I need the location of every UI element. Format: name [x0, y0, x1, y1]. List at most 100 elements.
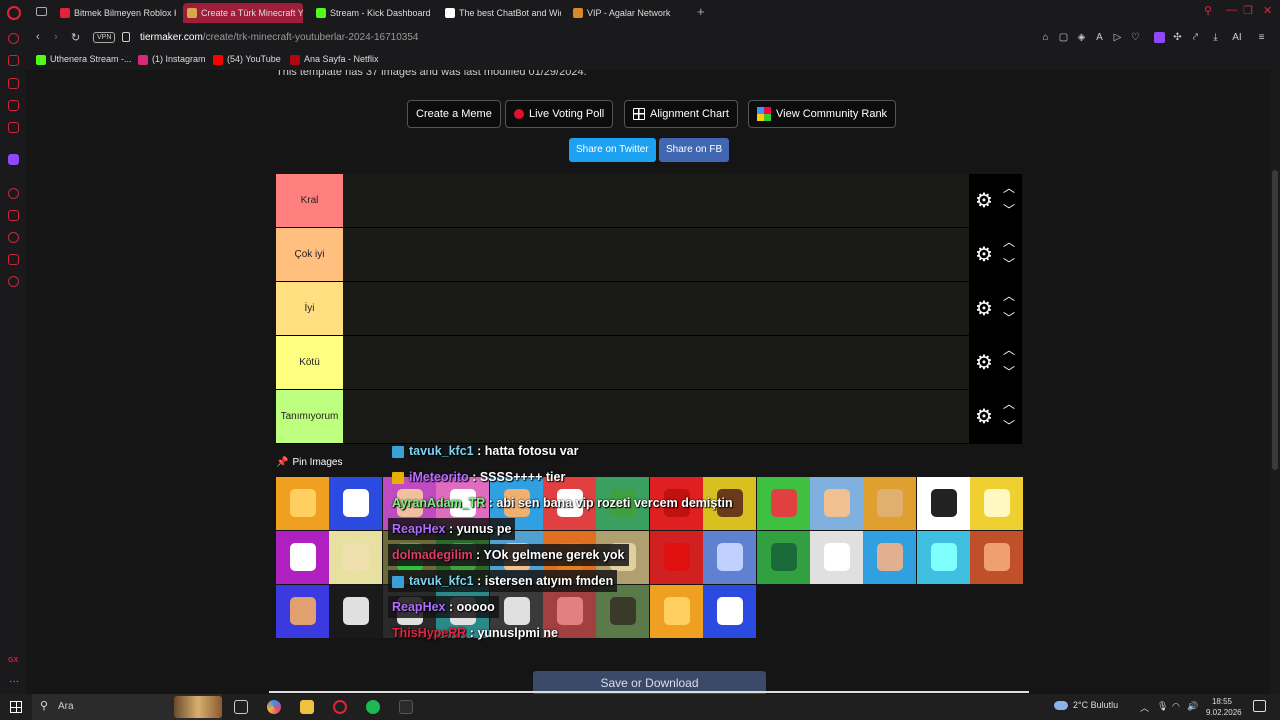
tier-image-thumbnail[interactable] [916, 477, 970, 530]
move-up-icon[interactable]: ︿ [1003, 290, 1015, 302]
tier-label[interactable]: Kötü [276, 336, 343, 389]
tray-chevron-icon[interactable]: ︿ [1140, 701, 1149, 714]
tier-image-thumbnail[interactable] [970, 477, 1024, 530]
tier-image-thumbnail[interactable] [863, 477, 917, 530]
copilot-icon[interactable] [267, 700, 281, 714]
wifi-icon[interactable]: ◠ [1172, 701, 1180, 712]
tier-dropzone[interactable] [343, 282, 969, 335]
extensions-sidebar-icon[interactable] [8, 210, 19, 221]
bookmark-netflix[interactable]: Ana Sayfa - Netflix [290, 54, 379, 65]
vpn-badge[interactable]: VPN [93, 32, 116, 43]
minimize-icon[interactable]: — [1226, 4, 1237, 16]
clock[interactable]: 18:55 9.02.2026 [1206, 696, 1242, 718]
tier-image-thumbnail[interactable] [970, 531, 1024, 584]
windows-start-icon[interactable] [10, 701, 22, 713]
snapshot-icon[interactable]: ▢ [1058, 32, 1069, 43]
search-tabs-icon[interactable]: ⚲ [1204, 4, 1212, 17]
menu-icon[interactable]: ≡ [1256, 32, 1267, 43]
share-icon[interactable]: ⤤ [1190, 32, 1201, 43]
gear-icon[interactable]: ⚙ [975, 353, 993, 373]
move-up-icon[interactable]: ︿ [1003, 398, 1015, 410]
tier-image-thumbnail[interactable] [810, 477, 863, 530]
tier-image-thumbnail[interactable] [276, 531, 329, 584]
twitch-icon[interactable] [8, 154, 19, 165]
app-icon[interactable] [399, 700, 413, 714]
scrollbar[interactable] [1270, 70, 1280, 694]
translate-icon[interactable]: A [1094, 32, 1105, 43]
tab-tiermaker[interactable]: Create a Türk Minecraft Y [183, 3, 303, 23]
tier-image-thumbnail[interactable] [756, 477, 810, 530]
shield-icon[interactable]: ◈ [1076, 32, 1087, 43]
player-sidebar-icon[interactable] [8, 188, 19, 199]
opera-gx-taskbar-icon[interactable] [333, 700, 347, 714]
live-voting-poll-button[interactable]: Live Voting Poll [505, 100, 614, 128]
close-icon[interactable]: ✕ [1263, 4, 1272, 17]
forward-icon[interactable]: › [54, 31, 58, 43]
player-icon[interactable]: ▷ [1112, 32, 1123, 43]
gear-icon[interactable]: ⚙ [975, 191, 993, 211]
pin-images-toggle[interactable]: 📌 Pin Images [276, 457, 342, 468]
tier-image-thumbnail[interactable] [756, 531, 810, 584]
history-icon[interactable] [8, 232, 19, 243]
tier-image-thumbnail[interactable] [703, 531, 757, 584]
tab-switcher-icon[interactable] [36, 7, 47, 16]
opera-gx-logo-icon[interactable] [7, 6, 21, 20]
spotify-icon[interactable] [366, 700, 380, 714]
tab-chatbot[interactable]: The best ChatBot and Wid [441, 3, 561, 23]
twitch-extension-icon[interactable] [1154, 32, 1165, 43]
bookmark-youtube[interactable]: (54) YouTube [213, 54, 281, 65]
tier-image-thumbnail[interactable] [649, 585, 703, 638]
scrollbar-thumb[interactable] [1272, 170, 1278, 470]
tier-dropzone[interactable] [343, 228, 969, 281]
share-fb-button[interactable]: Share on FB [659, 138, 730, 162]
back-icon[interactable]: ‹ [36, 31, 40, 43]
maximize-icon[interactable]: ❐ [1243, 4, 1253, 17]
cube-icon[interactable] [8, 254, 19, 265]
move-down-icon[interactable]: ﹀ [1003, 204, 1015, 216]
tier-image-thumbnail[interactable] [329, 585, 383, 638]
move-down-icon[interactable]: ﹀ [1003, 312, 1015, 324]
tier-image-thumbnail[interactable] [276, 585, 329, 638]
reload-icon[interactable]: ↻ [71, 31, 80, 44]
tier-label[interactable]: Çok iyi [276, 228, 343, 281]
task-view-icon[interactable] [234, 700, 248, 714]
url-field[interactable]: tiermaker.com/create/trk-minecraft-youtu… [140, 32, 418, 43]
gear-icon[interactable]: ⚙ [975, 245, 993, 265]
move-down-icon[interactable]: ﹀ [1003, 366, 1015, 378]
share-twitter-button[interactable]: Share on Twitter [569, 138, 656, 162]
tier-label[interactable]: Tanımıyorum [276, 390, 343, 443]
file-explorer-icon[interactable] [300, 700, 314, 714]
tab-vip[interactable]: VIP - Agalar Network [569, 3, 689, 23]
bookmark-heart-icon[interactable]: ♡ [1130, 32, 1141, 43]
tier-dropzone[interactable] [343, 390, 969, 443]
move-up-icon[interactable]: ︿ [1003, 344, 1015, 356]
gear-icon[interactable]: ⚙ [975, 299, 993, 319]
bookmark-instagram[interactable]: (1) Instagram [138, 54, 206, 65]
gx-corner-icon[interactable] [8, 78, 19, 89]
move-up-icon[interactable]: ︿ [1003, 236, 1015, 248]
move-down-icon[interactable]: ﹀ [1003, 420, 1015, 432]
tier-label[interactable]: İyi [276, 282, 343, 335]
tier-label[interactable]: Kral [276, 174, 343, 227]
tier-dropzone[interactable] [343, 174, 969, 227]
tier-image-thumbnail[interactable] [329, 477, 383, 530]
lock-icon[interactable] [122, 32, 130, 42]
tier-image-thumbnail[interactable] [703, 585, 757, 638]
alignment-chart-button[interactable]: Alignment Chart [624, 100, 738, 128]
tier-dropzone[interactable] [343, 336, 969, 389]
gear-icon[interactable]: ⚙ [975, 407, 993, 427]
more-icon[interactable]: ··· [9, 676, 19, 687]
notification-icon[interactable] [1253, 700, 1266, 712]
tier-image-thumbnail[interactable] [649, 531, 703, 584]
download-icon[interactable]: ⤓ [1210, 32, 1221, 43]
messenger-icon[interactable] [8, 100, 19, 111]
settings-icon[interactable] [8, 276, 19, 287]
community-rank-button[interactable]: View Community Rank [748, 100, 897, 128]
move-down-icon[interactable]: ﹀ [1003, 258, 1015, 270]
tier-image-thumbnail[interactable] [276, 477, 329, 530]
tier-image-thumbnail[interactable] [329, 531, 383, 584]
move-up-icon[interactable]: ︿ [1003, 182, 1015, 194]
pin-icon[interactable]: ⌂ [1040, 32, 1051, 43]
new-tab-button[interactable]: + [697, 4, 705, 19]
volume-icon[interactable]: 🔊 [1187, 701, 1198, 712]
